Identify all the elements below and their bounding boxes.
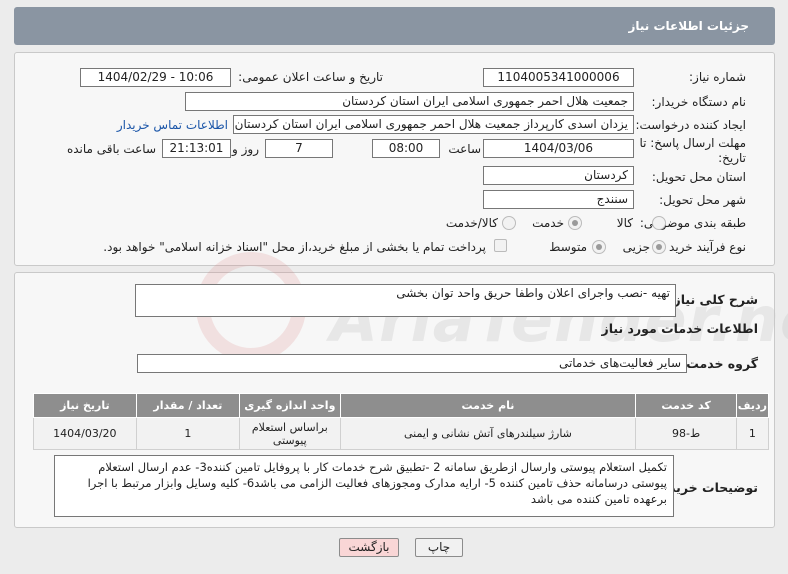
service-group-label: گروه خدمت: (681, 356, 758, 371)
cell-date: 1404/03/20 (33, 417, 137, 450)
buyer-notes-textarea[interactable]: تکمیل استعلام پیوستی وارسال ازطریق سامان… (54, 455, 674, 517)
cell-unit: براساس استعلام پیوستی (239, 417, 341, 450)
cell-row: 1 (735, 417, 770, 450)
payment-treasury-checkbox[interactable] (494, 239, 507, 252)
cell-name: شارژ سیلندرهای آتش نشانی و ایمنی (339, 417, 637, 450)
deadline-date-field[interactable]: 1404/03/06 (483, 139, 634, 158)
process-minor-label: جزیی (622, 240, 650, 254)
deadline-time-field[interactable]: 08:00 (372, 139, 440, 158)
buyer-org-label: نام دستگاه خریدار: (651, 95, 747, 109)
summary-textarea[interactable]: تهیه -نصب واجرای اعلان واطفا حریق واحد ت… (135, 284, 676, 317)
process-medium-radio[interactable] (592, 240, 606, 254)
city-label: شهر محل تحویل: (659, 193, 746, 207)
service-group-field[interactable]: سایر فعالیت‌های خدماتی (137, 354, 687, 373)
category-service-radio[interactable] (568, 216, 582, 230)
col-name: نام خدمت (339, 393, 637, 418)
category-goods-service-label: کالا/خدمت (445, 216, 498, 230)
need-number-label: شماره نیاز: (689, 70, 746, 84)
remaining-time-field[interactable]: 21:13:01 (162, 139, 231, 158)
contact-info-link[interactable]: اطلاعات تماس خریدار (117, 118, 228, 132)
cell-code: ط-98 (635, 417, 737, 450)
back-button[interactable]: بازگشت (339, 538, 399, 557)
category-goods-radio[interactable] (652, 216, 666, 230)
need-number-field[interactable]: 1104005341000006 (483, 68, 634, 87)
payment-note: پرداخت تمام یا بخشی از مبلغ خرید،از محل … (103, 240, 486, 254)
category-service-label: خدمت (532, 216, 564, 230)
col-unit: واحد اندازه گیری (239, 393, 341, 418)
buyer-org-field[interactable]: جمعیت هلال احمر جمهوری اسلامی ایران استا… (185, 92, 634, 111)
services-table: ردیف کد خدمت نام خدمت واحد اندازه گیری ت… (33, 393, 770, 450)
cell-qty: 1 (135, 417, 241, 450)
col-date: تاریخ نیاز (33, 393, 137, 418)
print-button[interactable]: چاپ (415, 538, 463, 557)
province-field[interactable]: کردستان (483, 166, 634, 185)
col-code: کد خدمت (635, 393, 737, 418)
deadline-time-label: ساعت (448, 142, 481, 156)
page-header: جزئیات اطلاعات نیاز (14, 7, 775, 45)
days-field[interactable]: 7 (265, 139, 333, 158)
services-section-title: اطلاعات خدمات مورد نیاز (601, 321, 759, 336)
process-label: نوع فرآیند خرید : (661, 240, 746, 254)
remaining-label: ساعت باقی مانده (66, 142, 156, 156)
table-header-row: ردیف کد خدمت نام خدمت واحد اندازه گیری ت… (33, 393, 770, 418)
creator-label: ایجاد کننده درخواست: (635, 118, 746, 132)
col-row: ردیف (735, 393, 770, 418)
summary-label: شرح کلی نیاز: (668, 292, 758, 307)
creator-field[interactable]: یزدان اسدی کارپرداز جمعیت هلال احمر جمهو… (233, 115, 634, 134)
announce-field[interactable]: 1404/02/29 - 10:06 (80, 68, 231, 87)
city-field[interactable]: سنندج (483, 190, 634, 209)
page-title: جزئیات اطلاعات نیاز (628, 19, 749, 33)
category-goods-label: کالا (616, 216, 633, 230)
deadline-label-line2: تاریخ: (718, 151, 746, 165)
table-row: 1 ط-98 شارژ سیلندرهای آتش نشانی و ایمنی … (33, 417, 770, 450)
category-goods-service-radio[interactable] (502, 216, 516, 230)
days-label: روز و (232, 142, 259, 156)
process-medium-label: متوسط (549, 240, 587, 254)
announce-label: تاریخ و ساعت اعلان عمومی: (238, 70, 383, 84)
col-qty: تعداد / مقدار (135, 393, 241, 418)
deadline-label-line1: مهلت ارسال پاسخ: تا (639, 136, 746, 150)
process-minor-radio[interactable] (652, 240, 666, 254)
province-label: استان محل تحویل: (651, 170, 746, 184)
